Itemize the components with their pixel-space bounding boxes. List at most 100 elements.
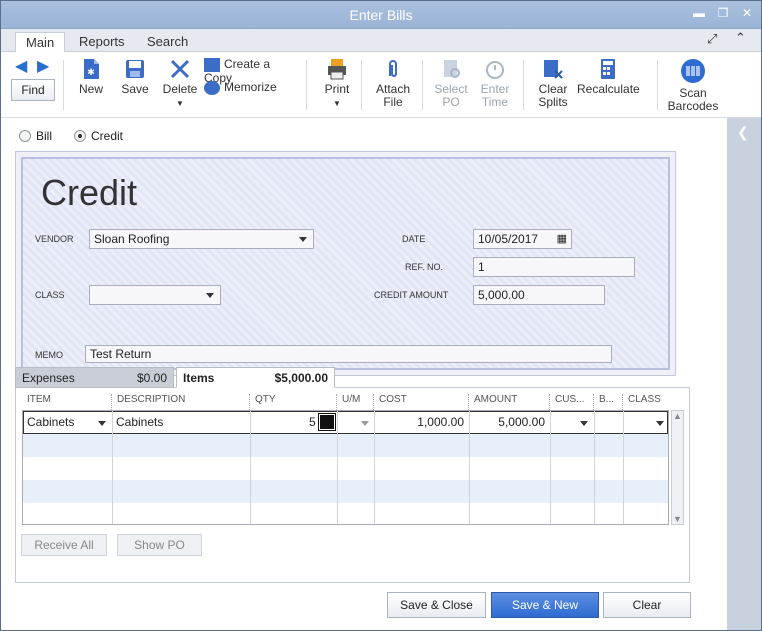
credit-amount-label: CREDIT AMOUNT: [374, 290, 449, 300]
tab-search[interactable]: Search: [137, 32, 198, 52]
print-dropdown-icon[interactable]: ▼: [319, 97, 355, 110]
memorize-button[interactable]: Memorize: [204, 81, 300, 95]
qty-cell[interactable]: 5: [309, 415, 316, 429]
col-item[interactable]: ITEM: [22, 394, 112, 410]
chevron-down-icon: [299, 237, 307, 242]
col-class[interactable]: CLASS: [623, 394, 683, 410]
print-button[interactable]: Print ▼: [319, 58, 355, 110]
save-button[interactable]: Save: [119, 58, 151, 96]
tab-expenses[interactable]: Expenses $0.00: [15, 367, 174, 388]
ref-no-field[interactable]: 1: [473, 257, 635, 277]
vendor-dropdown[interactable]: Sloan Roofing: [89, 229, 314, 249]
tab-items[interactable]: Items $5,000.00: [176, 367, 335, 388]
date-label: DATE: [402, 234, 426, 244]
credit-amount-field[interactable]: 5,000.00: [473, 285, 605, 305]
find-button[interactable]: Find: [11, 79, 55, 101]
attach-file-button[interactable]: Attach File: [373, 58, 413, 109]
table-row[interactable]: [23, 480, 668, 503]
col-description[interactable]: DESCRIPTION: [112, 394, 250, 410]
grid-header: ITEM DESCRIPTION QTY U/M COST AMOUNT CUS…: [22, 394, 684, 410]
bill-radio[interactable]: [19, 130, 31, 142]
window-title: Enter Bills: [349, 7, 413, 23]
new-button[interactable]: ✱ New: [75, 58, 107, 96]
show-po-button[interactable]: Show PO: [117, 534, 202, 556]
scan-barcodes-button[interactable]: Scan Barcodes: [665, 58, 721, 113]
qty-calculator-icon[interactable]: [318, 413, 336, 431]
select-po-icon: [444, 60, 460, 78]
expand-panel-chevron-icon[interactable]: ❮: [737, 124, 749, 141]
chevron-down-icon[interactable]: [580, 421, 588, 426]
class-label: CLASS: [35, 290, 65, 300]
grid-scrollbar[interactable]: ▲ ▼: [671, 410, 684, 525]
credit-radio[interactable]: [74, 130, 86, 142]
chevron-down-icon[interactable]: [656, 421, 664, 426]
vendor-value: Sloan Roofing: [94, 232, 170, 246]
close-icon[interactable]: ✕: [739, 5, 755, 21]
amount-cell[interactable]: 5,000.00: [498, 415, 545, 429]
delete-dropdown-icon[interactable]: ▼: [161, 97, 199, 110]
chevron-down-icon[interactable]: [98, 421, 106, 426]
expenses-tab-label: Expenses: [22, 371, 75, 385]
clear-splits-button[interactable]: Clear Splits: [533, 58, 573, 109]
date-field[interactable]: 10/05/2017 ▦: [473, 229, 572, 249]
restore-icon[interactable]: ❐: [715, 5, 731, 21]
print-icon: [328, 59, 346, 80]
minimize-icon[interactable]: ▬: [691, 5, 707, 21]
calendar-icon[interactable]: ▦: [557, 232, 567, 245]
bill-radio-label: Bill: [36, 129, 53, 143]
history-side-panel: ❮: [727, 118, 761, 630]
scan-label-2: Barcodes: [667, 99, 719, 113]
vendor-label: VENDOR: [35, 234, 74, 244]
col-billable[interactable]: B...: [594, 394, 623, 410]
copy-icon: [204, 58, 220, 72]
delete-button[interactable]: Delete ▼: [161, 58, 199, 110]
recalculate-label: Recalculate: [577, 82, 640, 96]
receive-all-button[interactable]: Receive All: [21, 534, 107, 556]
tab-reports[interactable]: Reports: [69, 32, 135, 52]
ref-no-label: REF. NO.: [405, 262, 444, 272]
expand-icon[interactable]: ⤢: [707, 31, 717, 47]
col-um[interactable]: U/M: [337, 394, 374, 410]
select-po-button[interactable]: Select PO: [431, 58, 471, 109]
col-customer[interactable]: CUS...: [550, 394, 594, 410]
col-cost[interactable]: COST: [374, 394, 469, 410]
description-cell[interactable]: Cabinets: [116, 415, 163, 429]
tab-main[interactable]: Main: [15, 32, 66, 52]
toolbar-divider: [306, 60, 307, 110]
calculator-icon: [601, 59, 615, 79]
date-value: 10/05/2017: [478, 232, 539, 246]
clear-button[interactable]: Clear: [603, 592, 691, 618]
next-arrow-icon[interactable]: ▶: [37, 56, 49, 76]
column-divider: [623, 411, 624, 524]
save-new-button[interactable]: Save & New: [491, 592, 599, 618]
col-qty[interactable]: QTY: [250, 394, 337, 410]
save-close-button[interactable]: Save & Close: [387, 592, 486, 618]
chevron-down-icon: [206, 293, 214, 298]
clear-splits-icon: [544, 60, 563, 79]
table-row[interactable]: [23, 434, 668, 457]
scroll-down-icon[interactable]: ▼: [673, 514, 682, 524]
collapse-ribbon-icon[interactable]: ⌃: [735, 30, 746, 46]
memo-field[interactable]: Test Return: [85, 345, 612, 363]
previous-arrow-icon[interactable]: ◀: [15, 56, 27, 76]
ribbon-tabs: Main Reports Search ⤢ ⌃: [1, 29, 761, 52]
form-heading: Credit: [41, 172, 138, 213]
col-amount[interactable]: AMOUNT: [469, 394, 550, 410]
toolbar-divider: [361, 60, 362, 110]
memorize-label: Memorize: [224, 80, 277, 95]
table-row[interactable]: [23, 457, 668, 480]
table-row[interactable]: [23, 503, 668, 524]
scroll-up-icon[interactable]: ▲: [673, 411, 682, 421]
column-divider: [594, 411, 595, 524]
class-dropdown[interactable]: [89, 285, 221, 305]
items-tab-label: Items: [183, 371, 215, 385]
memorize-icon: [204, 81, 220, 95]
recalculate-button[interactable]: Recalculate: [577, 58, 640, 96]
chevron-down-icon[interactable]: [361, 421, 369, 426]
toolbar-divider: [63, 60, 64, 110]
memo-label: MEMO: [35, 350, 63, 360]
cost-cell[interactable]: 1,000.00: [417, 415, 464, 429]
enter-time-button[interactable]: Enter Time: [475, 58, 515, 109]
item-cell[interactable]: Cabinets: [27, 415, 74, 429]
table-row[interactable]: Cabinets Cabinets 5 1,000.00 5,000.00: [23, 411, 668, 434]
